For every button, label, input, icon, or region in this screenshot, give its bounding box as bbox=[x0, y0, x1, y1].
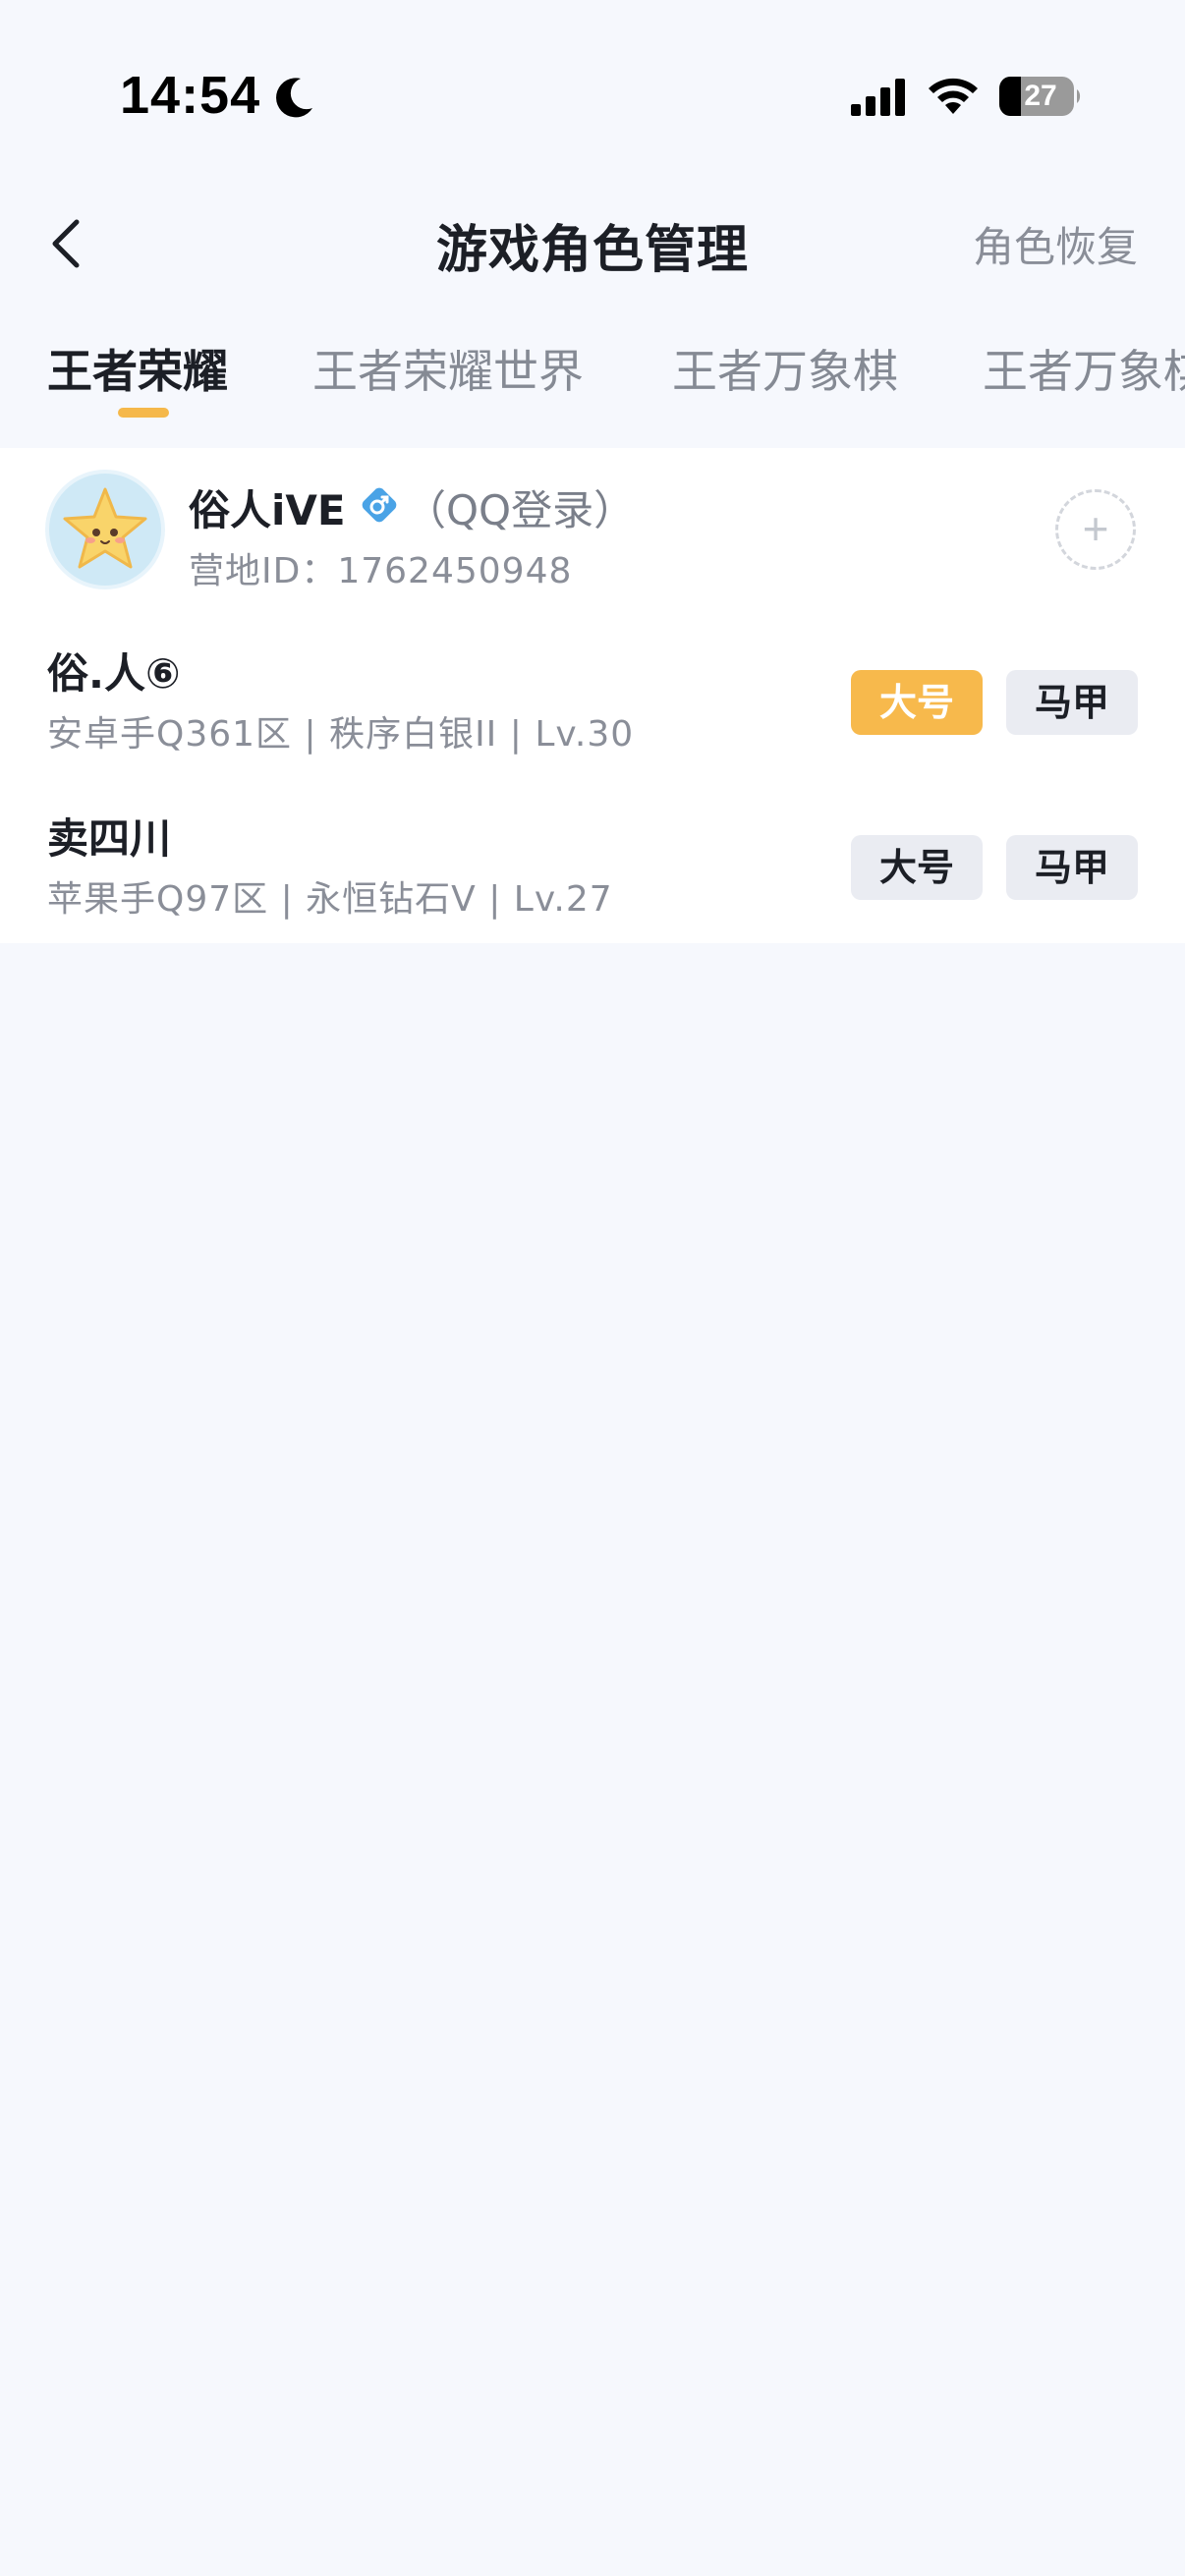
roles-card: 俗人iVE （QQ登录） 营地ID：1762450948 + 俗.人⑥ 安卓手Q… bbox=[0, 448, 1185, 943]
male-icon bbox=[362, 487, 397, 523]
tab-honor-chess[interactable]: 王者万象棋 bbox=[672, 336, 898, 401]
battery-level: 27 bbox=[1024, 80, 1057, 112]
wifi-icon bbox=[929, 78, 978, 114]
alt-account-tag[interactable]: 马甲 bbox=[1006, 835, 1138, 900]
avatar bbox=[45, 470, 165, 589]
plus-icon: + bbox=[1082, 503, 1109, 554]
alt-account-tag[interactable]: 马甲 bbox=[1006, 670, 1138, 735]
active-tab-indicator bbox=[118, 408, 169, 418]
main-account-tag[interactable]: 大号 bbox=[851, 670, 983, 735]
tab-honor-chess-2[interactable]: 王者万象棋 bbox=[983, 336, 1185, 401]
role-name: 卖四川 bbox=[47, 814, 172, 863]
nav-bar: 游戏角色管理 角色恢复 bbox=[0, 187, 1185, 297]
account-row: 俗人iVE （QQ登录） 营地ID：1762450948 + bbox=[0, 448, 1185, 615]
role-detail: 安卓手Q361区 | 秩序白银II | Lv.30 bbox=[47, 714, 635, 755]
main-account-tag[interactable]: 大号 bbox=[851, 835, 983, 900]
role-detail: 苹果手Q97区 | 永恒钻石V | Lv.27 bbox=[47, 879, 613, 920]
star-avatar-icon bbox=[49, 474, 161, 586]
tab-honor-of-kings-world[interactable]: 王者荣耀世界 bbox=[312, 336, 584, 401]
game-tabs: 王者荣耀 王者荣耀世界 王者万象棋 王者万象棋 bbox=[0, 307, 1185, 424]
moon-icon bbox=[276, 78, 312, 118]
status-bar: 14:54 27 bbox=[0, 0, 1185, 187]
account-name: 俗人iVE bbox=[189, 486, 346, 534]
tab-honor-of-kings[interactable]: 王者荣耀 bbox=[47, 336, 228, 401]
add-role-button[interactable]: + bbox=[1055, 489, 1136, 570]
status-time: 14:54 bbox=[120, 66, 261, 125]
role-row: 卖四川 苹果手Q97区 | 永恒钻石V | Lv.27 大号 马甲 bbox=[0, 786, 1185, 943]
role-row: 俗.人⑥ 安卓手Q361区 | 秩序白银II | Lv.30 大号 马甲 bbox=[0, 621, 1185, 778]
role-name: 俗.人⑥ bbox=[47, 649, 181, 698]
camp-id: 营地ID：1762450948 bbox=[189, 551, 573, 591]
login-type: （QQ登录） bbox=[405, 486, 636, 534]
signal-icon bbox=[851, 79, 905, 116]
role-restore-button[interactable]: 角色恢复 bbox=[973, 214, 1138, 274]
